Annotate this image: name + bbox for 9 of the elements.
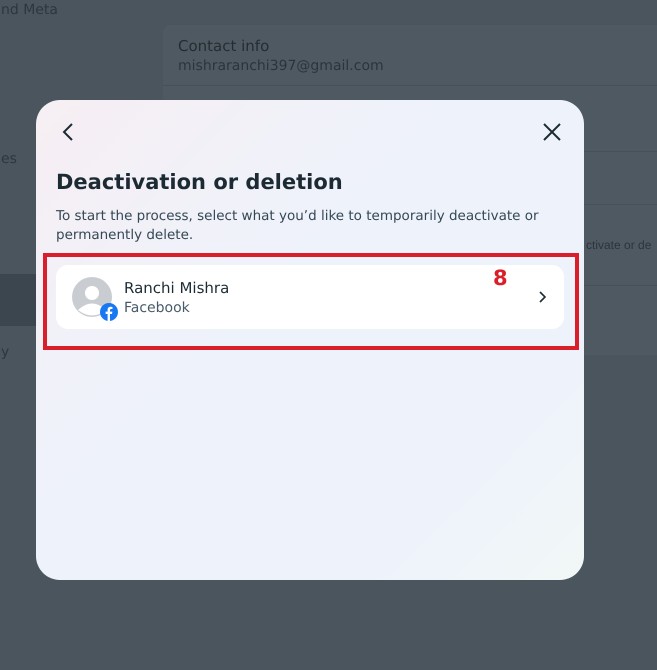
annotation-number: 8: [493, 266, 508, 290]
dialog-title: Deactivation or deletion: [56, 170, 344, 194]
account-platform: Facebook: [124, 300, 191, 316]
facebook-logo-icon: [100, 303, 118, 321]
back-icon: [61, 122, 75, 142]
chevron-right-icon: [538, 290, 548, 304]
dialog-description: To start the process, select what you’d like to temporarily deactivate or permanently delete.: [56, 207, 540, 245]
account-name: Ranchi Mishra: [124, 278, 230, 296]
close-icon: [543, 123, 561, 141]
